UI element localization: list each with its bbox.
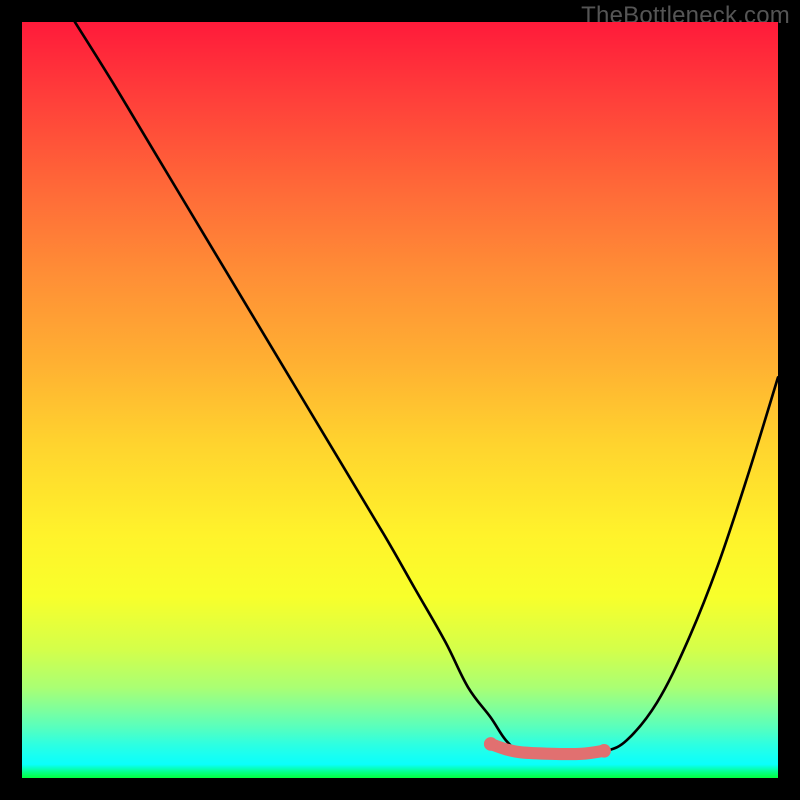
flat-region-end-dot — [597, 744, 611, 758]
flat-region-highlight — [491, 744, 604, 754]
curve-svg — [22, 22, 778, 778]
flat-region-start-dot — [484, 737, 498, 751]
chart-frame: TheBottleneck.com — [0, 0, 800, 800]
plot-area — [22, 22, 778, 778]
bottleneck-curve — [75, 22, 778, 756]
